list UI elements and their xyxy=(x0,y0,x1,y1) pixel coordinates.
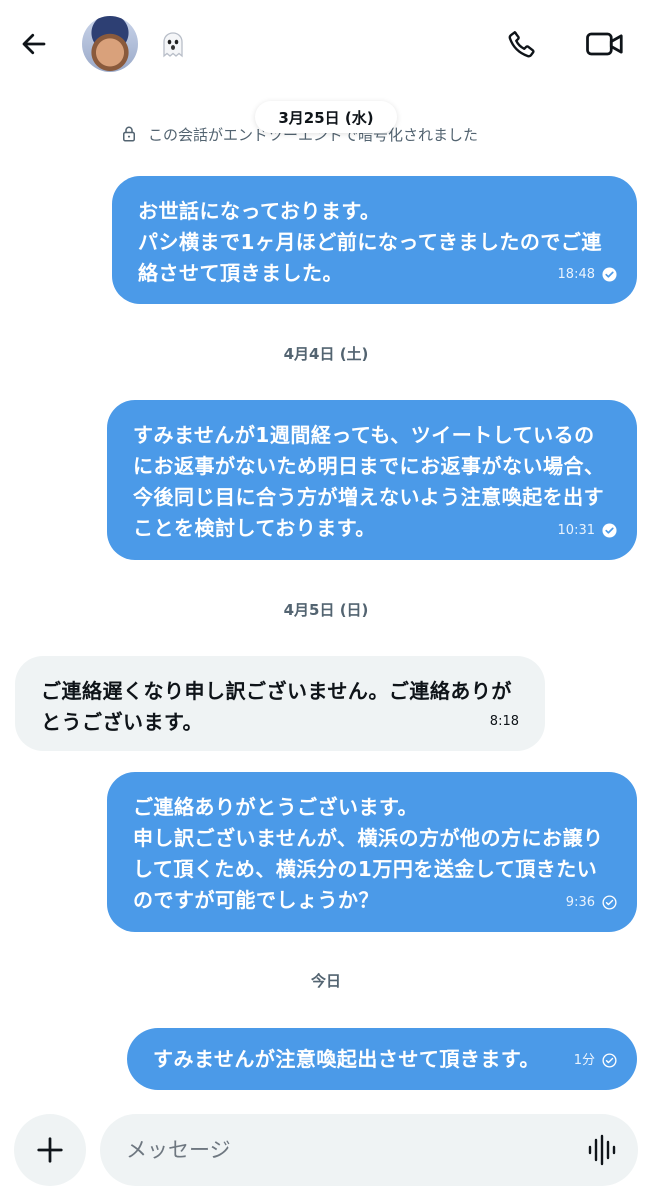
message-time: 10:31 xyxy=(557,523,595,538)
date-separator: 4月5日 (日) xyxy=(283,601,369,619)
message-meta: 9:36 xyxy=(566,887,617,918)
add-attachment-button[interactable] xyxy=(14,1114,86,1186)
message-text: ご連絡ありがとうございます。 申し訳ございませんが、横浜の方が他の方にお譲りして… xyxy=(133,795,604,912)
message-time: 1分 xyxy=(573,1053,595,1068)
message-input-container xyxy=(100,1114,638,1186)
message-time: 8:18 xyxy=(489,714,519,729)
message-text: ご連絡遅くなり申し訳ございません。ご連絡ありがとうございます。 xyxy=(41,679,512,734)
voice-waveform-icon xyxy=(588,1134,616,1166)
date-separator: 今日 xyxy=(310,972,341,990)
message-time: 18:48 xyxy=(557,267,595,282)
lock-icon xyxy=(123,126,135,142)
message-meta: 18:48 xyxy=(558,259,617,290)
message-meta: 8:18 xyxy=(490,706,519,737)
date-chip: 3月25日 (水) xyxy=(255,101,397,133)
dm-conversation-screen: 3月25日 (水) この会話がエンドツーエンドで暗号化されました お世話になって… xyxy=(0,0,652,1200)
date-separator: 4月4日 (土) xyxy=(283,345,369,363)
message-time: 9:36 xyxy=(565,895,595,910)
plus-icon xyxy=(37,1137,63,1163)
conversation-header xyxy=(0,0,652,92)
video-camera-icon xyxy=(586,32,623,56)
message-text: すみませんが1週間経っても、ツイートしているのにお返事がないため明日までにお返事… xyxy=(133,423,605,540)
message-bubble-outgoing[interactable]: すみませんが注意喚起出させて頂きます。 1分 xyxy=(127,1028,637,1090)
ghost-emoji-icon xyxy=(158,30,188,60)
check-circle-outline-icon xyxy=(602,895,617,910)
avatar[interactable] xyxy=(82,16,138,72)
message-text: お世話になっております。 パシ横まで1ヶ月ほど前になってきましたのでご連絡させて… xyxy=(138,199,602,285)
message-bubble-outgoing[interactable]: すみませんが1週間経っても、ツイートしているのにお返事がないため明日までにお返事… xyxy=(107,400,637,560)
message-bubble-incoming[interactable]: ご連絡遅くなり申し訳ございません。ご連絡ありがとうございます。 8:18 xyxy=(15,656,545,751)
check-circle-filled-icon xyxy=(602,523,617,538)
message-bubble-outgoing[interactable]: お世話になっております。 パシ横まで1ヶ月ほど前になってきましたのでご連絡させて… xyxy=(112,176,637,304)
call-button[interactable] xyxy=(500,22,544,66)
message-input[interactable] xyxy=(126,1114,566,1186)
back-button[interactable] xyxy=(12,22,56,66)
message-meta: 1分 xyxy=(574,1045,617,1076)
message-meta: 10:31 xyxy=(558,515,617,546)
video-call-button[interactable] xyxy=(580,22,630,66)
message-text: すみませんが注意喚起出させて頂きます。 xyxy=(153,1047,540,1071)
message-composer xyxy=(0,1100,652,1200)
arrow-left-icon xyxy=(22,33,46,55)
message-bubble-outgoing[interactable]: ご連絡ありがとうございます。 申し訳ございませんが、横浜の方が他の方にお譲りして… xyxy=(107,772,637,932)
check-circle-filled-icon xyxy=(602,267,617,282)
check-circle-outline-icon xyxy=(602,1053,617,1068)
voice-message-button[interactable] xyxy=(586,1134,618,1166)
phone-icon xyxy=(508,31,535,58)
